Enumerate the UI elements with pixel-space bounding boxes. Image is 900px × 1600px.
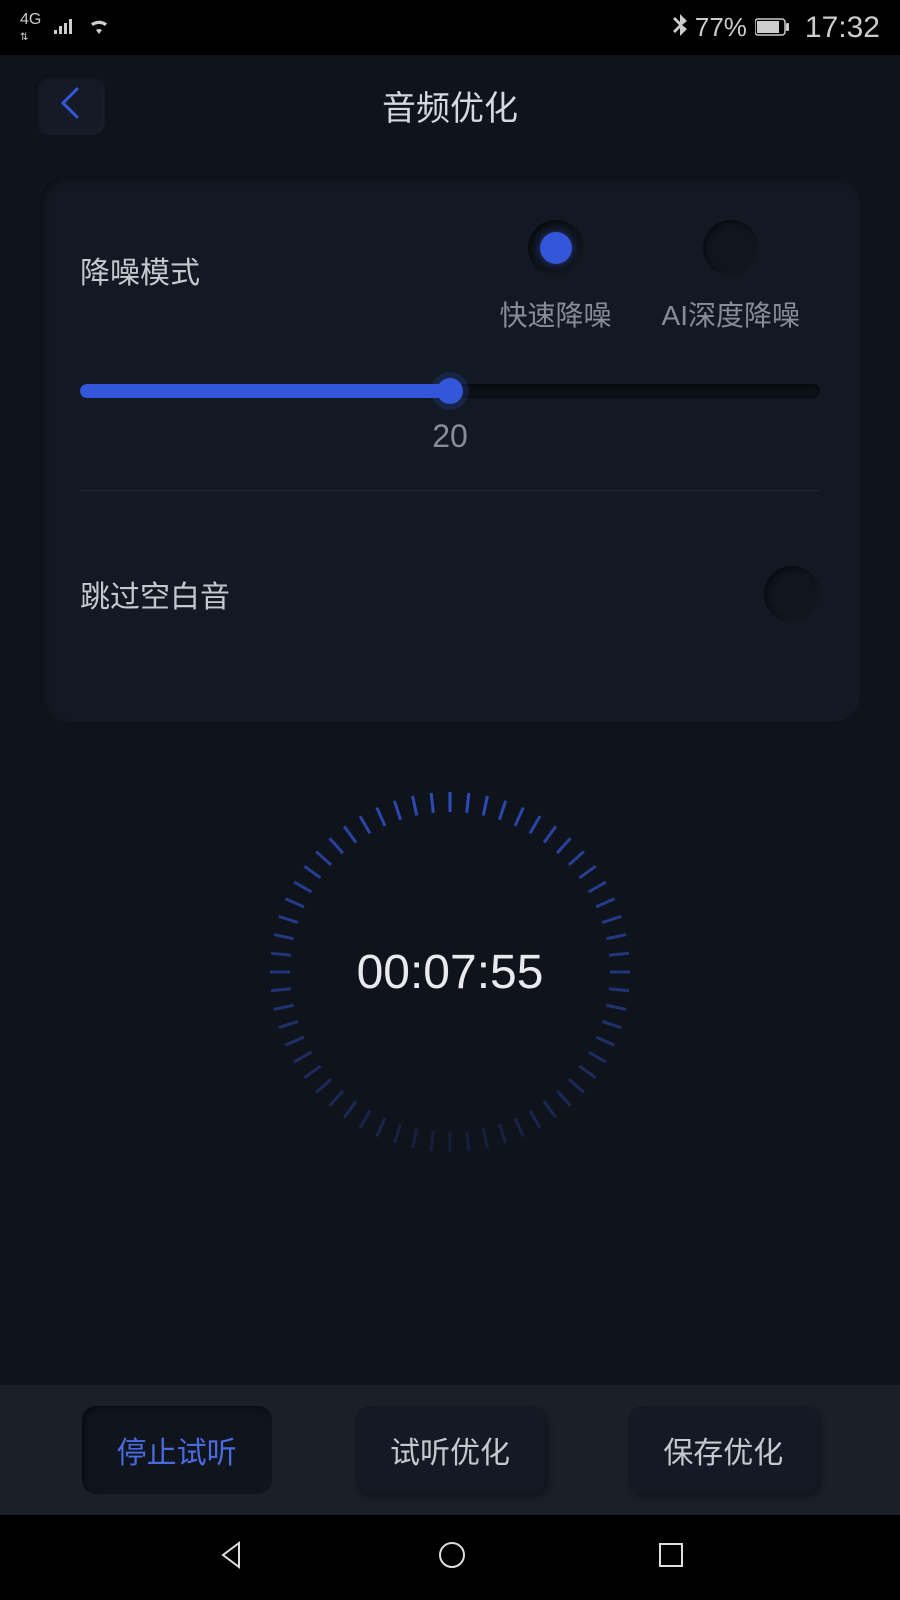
nav-recent-icon[interactable]	[657, 1541, 685, 1574]
status-bar: 4G ⇅ 77% 17:32	[0, 0, 900, 55]
slider-track	[80, 384, 820, 398]
skip-silence-row: 跳过空白音	[80, 526, 820, 662]
slider-fill	[80, 384, 450, 398]
header: 音频优化	[0, 55, 900, 155]
status-left: 4G ⇅	[20, 12, 111, 44]
radio-label-fast: 快速降噪	[500, 294, 612, 334]
back-button[interactable]	[35, 75, 105, 135]
divider	[80, 490, 820, 491]
status-right: 77% 17:32	[673, 11, 880, 45]
page-title: 音频优化	[382, 81, 518, 130]
network-indicator: 4G ⇅	[20, 12, 41, 44]
clock: 17:32	[805, 11, 880, 45]
radio-label-ai: AI深度降噪	[662, 294, 800, 334]
noise-reduction-row: 降噪模式 快速降噪 AI深度降噪	[80, 220, 820, 334]
android-nav-bar	[0, 1515, 900, 1600]
bluetooth-icon	[673, 12, 687, 43]
nav-back-icon[interactable]	[215, 1539, 247, 1576]
radio-circle	[703, 220, 759, 276]
noise-reduction-label: 降噪模式	[80, 248, 280, 292]
signal-icon	[53, 12, 75, 43]
timer-container: 00:07:55	[0, 782, 900, 1162]
battery-percent: 77%	[695, 12, 747, 43]
nav-home-icon[interactable]	[436, 1539, 468, 1576]
slider-value: 20	[80, 418, 820, 455]
timer-dial: 00:07:55	[260, 782, 640, 1162]
timer-text: 00:07:55	[357, 945, 544, 1000]
chevron-left-icon	[59, 87, 81, 124]
radio-options: 快速降噪 AI深度降噪	[500, 220, 820, 334]
radio-circle-selected	[528, 220, 584, 276]
battery-icon	[755, 12, 791, 43]
skip-silence-label: 跳过空白音	[80, 572, 230, 616]
wifi-icon	[87, 12, 111, 43]
radio-option-ai[interactable]: AI深度降噪	[662, 220, 800, 334]
slider-thumb[interactable]	[437, 378, 463, 404]
radio-option-fast[interactable]: 快速降噪	[500, 220, 612, 334]
noise-slider[interactable]: 20	[80, 384, 820, 455]
skip-silence-toggle[interactable]	[764, 566, 820, 622]
bottom-action-bar: 停止试听 试听优化 保存优化	[0, 1385, 900, 1515]
save-optimize-button[interactable]: 保存优化	[628, 1406, 818, 1494]
preview-optimize-button[interactable]: 试听优化	[355, 1406, 545, 1494]
stop-preview-button[interactable]: 停止试听	[82, 1406, 272, 1494]
settings-card: 降噪模式 快速降噪 AI深度降噪 20 跳过空白音	[40, 175, 860, 722]
